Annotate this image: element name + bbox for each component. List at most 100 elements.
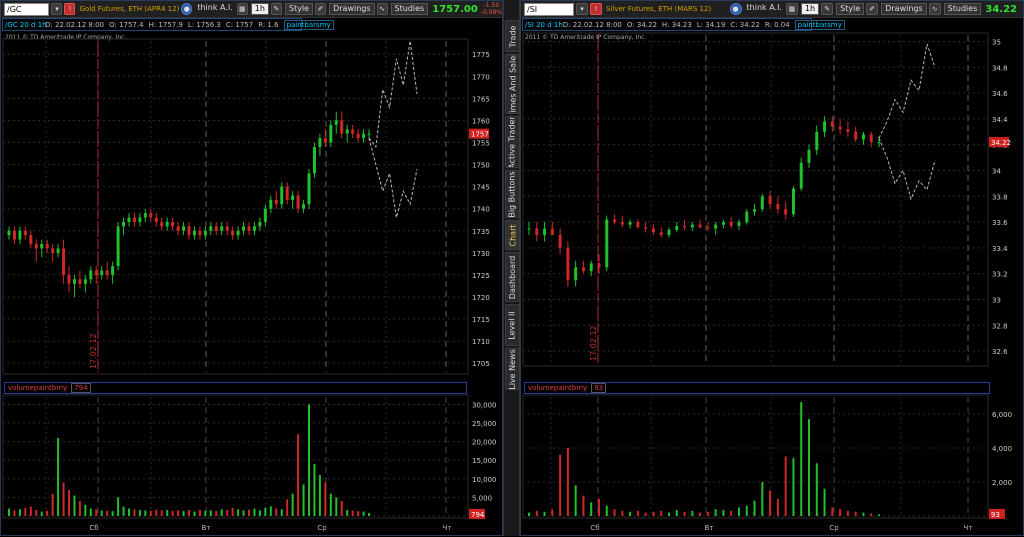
candle-body	[620, 222, 624, 225]
candle-body	[34, 244, 38, 249]
tab-dashboard[interactable]: Dashboard	[505, 252, 520, 302]
volume-bar	[699, 512, 702, 516]
tab-live-news[interactable]: Live News	[505, 348, 520, 390]
volume-bar	[753, 500, 756, 516]
x-axis-label: Чт	[964, 524, 973, 532]
volume-bar	[318, 475, 321, 516]
volume-bar	[346, 510, 349, 516]
candle-body	[543, 228, 547, 235]
candle-body	[94, 270, 98, 275]
volume-study-name[interactable]: volumepaintbmy	[528, 384, 587, 392]
volume-tick-label: 30,000	[472, 401, 497, 409]
volume-bar	[800, 402, 803, 516]
y-tick-label: 34	[992, 167, 1001, 175]
volume-bar	[722, 510, 725, 516]
volume-bar	[89, 508, 92, 516]
volume-bar	[854, 511, 857, 516]
y-tick-label: 1735	[472, 228, 490, 236]
candle-body	[122, 221, 126, 227]
volume-bar	[784, 456, 787, 516]
tab-label: Dashboard	[508, 255, 517, 299]
candle-body	[160, 221, 164, 227]
volume-bar	[636, 510, 639, 516]
volume-bar	[551, 509, 554, 516]
side-tab-strip: Trade Times And Sales Active Trader Big But…	[503, 0, 520, 536]
volume-axis-label: 93	[991, 511, 1000, 519]
candle-body	[78, 279, 82, 284]
candle-body	[351, 129, 355, 134]
candle-body	[56, 248, 60, 253]
volume-bar	[870, 513, 873, 516]
candle-body	[636, 222, 640, 228]
volume-bar	[226, 510, 229, 516]
y-tick-label: 33.8	[992, 193, 1008, 201]
candle-body	[138, 217, 142, 222]
price-pane-frame	[522, 32, 989, 367]
volume-bar	[138, 510, 141, 516]
volume-bar	[815, 463, 818, 516]
candle-body	[737, 222, 741, 226]
candle-body	[356, 133, 360, 139]
tab-label: Trade	[508, 25, 517, 47]
y-tick-label: 1775	[472, 51, 490, 59]
candle-body	[823, 121, 827, 132]
tab-trade[interactable]: Trade	[505, 20, 520, 52]
volume-bar	[198, 509, 201, 516]
candle-body	[242, 226, 246, 231]
candle-body	[165, 221, 169, 227]
candle-body	[345, 129, 349, 134]
volume-bar	[73, 495, 76, 516]
volume-bar	[730, 510, 733, 516]
volume-pane-frame	[2, 394, 469, 519]
candle-body	[340, 120, 344, 134]
candle-body	[143, 213, 147, 218]
volume-bar	[29, 506, 32, 516]
volume-bar	[605, 505, 608, 516]
tab-chart[interactable]: Chart	[505, 220, 520, 250]
volume-bar	[117, 497, 120, 516]
volume-bar	[839, 509, 842, 516]
volume-bar	[106, 510, 109, 516]
price-axis-label: 1757	[471, 131, 489, 139]
y-tick-label: 32.6	[992, 348, 1008, 356]
x-axis-label: Чт	[443, 524, 452, 532]
volume-bar	[683, 511, 686, 516]
y-tick-label: 33.4	[992, 245, 1008, 253]
candle-body	[869, 134, 873, 143]
candle-body	[236, 230, 240, 236]
volume-study-name[interactable]: volumepaintbmy	[8, 384, 67, 392]
tab-times-and-sales[interactable]: Times And Sales	[505, 54, 520, 114]
candle-body	[323, 138, 327, 143]
volume-bar	[308, 404, 310, 516]
silver-price-chart[interactable]: 3534.834.634.434.23433.833.633.433.23332…	[521, 1, 1024, 537]
tab-label: Big Buttons	[508, 170, 518, 218]
x-axis-label: Вт	[202, 524, 211, 532]
y-tick-label: 33.2	[992, 271, 1008, 279]
candle-body	[7, 230, 11, 236]
tab-active-trader[interactable]: Active Trader	[505, 116, 520, 168]
candle-body	[768, 196, 772, 205]
volume-bar	[535, 510, 538, 516]
candle-body	[683, 225, 687, 228]
candle-body	[675, 225, 679, 230]
candle-body	[132, 217, 136, 222]
volume-bar	[528, 512, 530, 516]
candle-body	[231, 230, 235, 236]
candle-body	[535, 228, 539, 235]
x-axis-label: Сб	[89, 524, 98, 532]
volume-bar	[598, 499, 600, 516]
volume-bar	[40, 511, 43, 516]
tab-big-buttons[interactable]: Big Buttons	[505, 170, 520, 218]
candle-body	[154, 217, 158, 222]
candle-body	[192, 230, 196, 236]
volume-tick-label: 15,000	[472, 457, 497, 465]
gold-price-chart[interactable]: 1775 1770 1765 1760 1755 1750 1745 1740 1735 1730…	[1, 1, 504, 537]
volume-bar	[738, 507, 740, 516]
candle-body	[83, 279, 87, 284]
candle-body	[706, 227, 710, 229]
candle-body	[830, 121, 834, 127]
candle-body	[651, 228, 655, 233]
candle-body	[225, 226, 229, 231]
tab-level-ii[interactable]: Level II	[505, 304, 520, 346]
x-axis-label: Сб	[590, 524, 599, 532]
